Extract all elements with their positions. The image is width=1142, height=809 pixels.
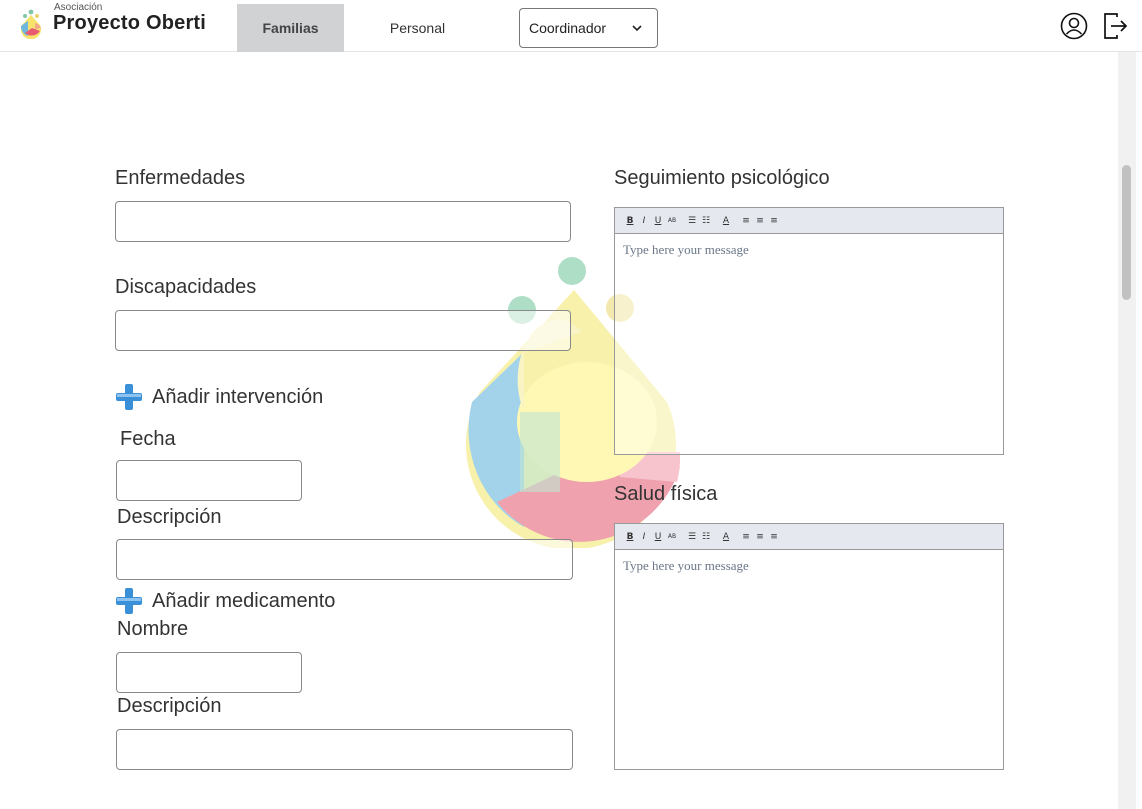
bullet-list-button[interactable]: ☰: [685, 216, 699, 226]
seguimiento-editor[interactable]: B I U AB ☰ ☷ A ≡ ≡ ≡ Type here your mess…: [614, 207, 1004, 455]
nombre-label: Nombre: [117, 618, 189, 640]
tab-personal[interactable]: Personal: [367, 4, 468, 52]
top-navbar: Asociación Proyecto Oberti Familias Pers…: [0, 0, 1142, 52]
salud-fisica-label: Salud física: [614, 483, 718, 505]
fecha-input[interactable]: [116, 460, 302, 501]
align-left-button[interactable]: ≡: [739, 532, 753, 542]
font-color-button[interactable]: A: [719, 532, 733, 542]
logo-title: Proyecto Oberti: [53, 12, 207, 34]
nombre-input[interactable]: [116, 652, 302, 693]
seguimiento-label: Seguimiento psicológico: [614, 167, 830, 189]
logo-icon: [20, 9, 41, 39]
numbered-list-button[interactable]: ☷: [699, 216, 713, 226]
bullet-list-button[interactable]: ☰: [685, 532, 699, 542]
scrollbar-thumb[interactable]: [1122, 165, 1131, 300]
italic-button[interactable]: I: [637, 216, 651, 226]
plus-icon: [116, 588, 142, 614]
strikethrough-button[interactable]: AB: [665, 217, 679, 224]
align-center-button[interactable]: ≡: [753, 216, 767, 226]
strikethrough-button[interactable]: AB: [665, 533, 679, 540]
chevron-down-icon: [632, 25, 642, 32]
align-right-button[interactable]: ≡: [767, 532, 781, 542]
fecha-label: Fecha: [120, 428, 176, 450]
bold-button[interactable]: B: [623, 532, 637, 542]
role-select-value: Coordinador: [529, 20, 607, 36]
intervention-description-label: Descripción: [117, 506, 222, 528]
discapacidades-input[interactable]: [115, 310, 571, 351]
add-medication-button[interactable]: Añadir medicamento: [116, 588, 335, 614]
add-medication-label: Añadir medicamento: [152, 589, 336, 612]
seguimiento-textarea[interactable]: Type here your message: [615, 234, 1003, 266]
editor-toolbar: B I U AB ☰ ☷ A ≡ ≡ ≡: [615, 208, 1003, 234]
add-intervention-label: Añadir intervención: [152, 385, 324, 408]
align-right-button[interactable]: ≡: [767, 216, 781, 226]
font-color-button[interactable]: A: [719, 216, 733, 226]
salud-fisica-editor[interactable]: B I U AB ☰ ☷ A ≡ ≡ ≡ Type here your mess…: [614, 523, 1004, 770]
add-intervention-button[interactable]: Añadir intervención: [116, 384, 323, 410]
editor-toolbar: B I U AB ☰ ☷ A ≡ ≡ ≡: [615, 524, 1003, 550]
numbered-list-button[interactable]: ☷: [699, 532, 713, 542]
discapacidades-label: Discapacidades: [115, 276, 257, 298]
plus-icon: [116, 384, 142, 410]
italic-button[interactable]: I: [637, 532, 651, 542]
medication-description-input[interactable]: [116, 729, 573, 770]
user-icon[interactable]: [1060, 12, 1088, 40]
enfermedades-input[interactable]: [115, 201, 571, 242]
salud-fisica-textarea[interactable]: Type here your message: [615, 550, 1003, 582]
medication-description-label: Descripción: [117, 695, 222, 717]
bold-button[interactable]: B: [623, 216, 637, 226]
underline-button[interactable]: U: [651, 532, 665, 542]
enfermedades-label: Enfermedades: [115, 167, 246, 189]
tab-familias[interactable]: Familias: [237, 4, 344, 52]
align-left-button[interactable]: ≡: [739, 216, 753, 226]
intervention-description-input[interactable]: [116, 539, 573, 580]
logout-icon[interactable]: [1101, 11, 1129, 41]
align-center-button[interactable]: ≡: [753, 532, 767, 542]
role-select[interactable]: Coordinador: [519, 8, 658, 48]
underline-button[interactable]: U: [651, 216, 665, 226]
